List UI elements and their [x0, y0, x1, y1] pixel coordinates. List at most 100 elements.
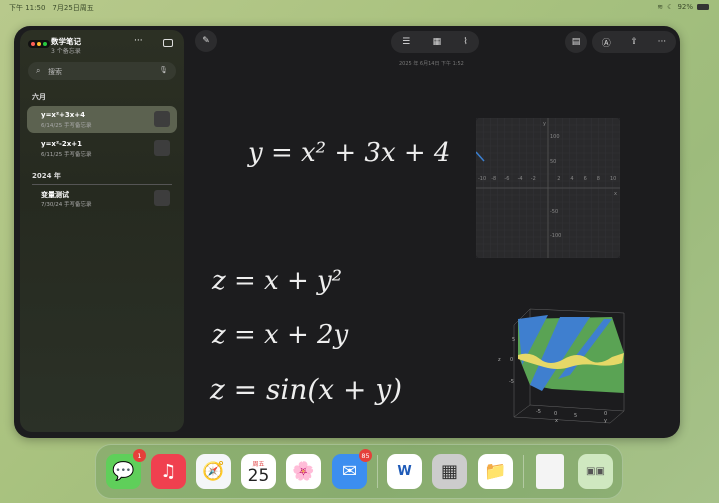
x-tick: 0 [554, 411, 558, 417]
badge: 85 [359, 449, 372, 462]
y-tick: -100 [550, 233, 562, 239]
x-axis-label: x [614, 191, 617, 197]
photos-icon: 🌸 [292, 461, 315, 482]
messages-icon: 💬 [112, 461, 135, 482]
note-title: y=x²-2x+1 [41, 140, 83, 148]
markup-icon[interactable]: Ⓐ [602, 36, 611, 49]
note-meta: 6/14/25 手写备忘录 [41, 123, 92, 129]
status-date: 7月25日周五 [52, 4, 94, 12]
status-right: ≋ ☾ 92% [657, 3, 709, 11]
y-tick: -50 [550, 209, 559, 215]
plot-3d[interactable]: 5 0 -5 z -5 0 5 x 0 y [498, 305, 634, 425]
sidebar: 数学笔记 3 个备忘录 ··· ⌕ 搜索 🎙 六月 y=x²+3x+4 6/14/25… [20, 30, 184, 432]
more-icon[interactable]: ··· [658, 37, 667, 47]
list-item[interactable]: y=x²+3x+4 6/14/25 手写备忘录 [27, 106, 177, 133]
wifi-icon: ≋ [657, 3, 664, 11]
graph-2d[interactable]: -10 -8 -6 -4 -2 2 4 6 8 10 100 50 -50 -100 y x [476, 118, 620, 258]
folder-icon: 📁 [484, 461, 507, 482]
folder-count: 3 个备忘录 [51, 48, 81, 55]
equation-2[interactable]: z = x + y² [212, 266, 342, 296]
note-meta: 7/30/24 手写备忘录 [41, 202, 92, 208]
section-2024: 2024 年 [32, 172, 61, 180]
z-tick: -5 [509, 379, 514, 385]
x-tick: -6 [504, 176, 510, 182]
x-tick: 6 [583, 176, 587, 182]
search-icon: ⌕ [36, 66, 41, 75]
z-tick: 5 [512, 337, 516, 343]
dock-app-library[interactable]: ▣▣ [578, 454, 613, 489]
dock-files[interactable]: 📁 [478, 454, 513, 489]
list-item[interactable]: y=x²-2x+1 6/11/25 手写备忘录 [27, 135, 177, 162]
dock-music[interactable]: ♫ [151, 454, 186, 489]
search-placeholder: 搜索 [48, 68, 62, 76]
z-tick: 0 [510, 357, 514, 363]
y-axis-label: y [604, 418, 607, 424]
note-thumbnail [154, 190, 170, 206]
note-meta: 6/11/25 手写备忘录 [41, 152, 92, 158]
y-tick: 50 [550, 159, 557, 165]
y-tick: 0 [604, 411, 608, 417]
x-tick: -4 [517, 176, 523, 182]
x-tick: -5 [536, 409, 541, 415]
table-icon[interactable]: ▦ [433, 37, 442, 47]
dock-word[interactable]: W [387, 454, 422, 489]
window-controls[interactable] [28, 40, 50, 48]
calculator-button[interactable]: ▤ [565, 31, 587, 53]
y-tick: 100 [550, 134, 560, 140]
compass-icon: 🧭 [202, 461, 225, 482]
dock-photos[interactable]: 🌸 [286, 454, 321, 489]
x-axis-label: x [555, 418, 558, 424]
x-tick: -10 [478, 176, 487, 182]
z-axis-label: z [498, 357, 501, 363]
dock-messages[interactable]: 💬 1 [106, 449, 146, 489]
dock-document[interactable] [536, 454, 564, 489]
toolbar-group: ☰ ▦ ⌇ [391, 31, 479, 53]
word-icon: W [397, 464, 412, 479]
checklist-icon[interactable]: ☰ [402, 37, 410, 47]
x-tick: -8 [491, 176, 497, 182]
x-tick: 4 [570, 176, 574, 182]
attachment-icon[interactable]: ⌇ [463, 37, 467, 47]
note-title: y=x²+3x+4 [41, 111, 85, 119]
mail-icon: ✉ [341, 461, 358, 482]
dock-calendar[interactable]: 周五 25 [241, 454, 276, 489]
dock-separator [377, 455, 378, 488]
x-tick: 5 [574, 413, 578, 419]
graph-curve [476, 151, 485, 162]
moon-icon: ☾ [667, 3, 674, 11]
x-tick: 2 [557, 176, 561, 182]
compose-button[interactable]: ✎ [195, 30, 217, 52]
x-tick: 8 [596, 176, 600, 182]
search-input[interactable]: ⌕ 搜索 🎙 [28, 62, 176, 80]
badge: 1 [133, 449, 146, 462]
section-june: 六月 [32, 93, 46, 101]
list-item[interactable]: 变量测试 7/30/24 手写备忘录 [27, 185, 177, 212]
battery-percent: 92% [677, 3, 693, 11]
share-icon[interactable]: ⇪ [630, 37, 638, 47]
more-icon[interactable]: ··· [134, 36, 143, 46]
equation-3[interactable]: z = x + 2y [212, 320, 348, 350]
notes-window: 数学笔记 3 个备忘录 ··· ⌕ 搜索 🎙 六月 y=x²+3x+4 6/14/25… [14, 26, 680, 438]
calculator-icon: ▤ [571, 37, 581, 47]
mic-icon[interactable]: 🎙 [159, 66, 168, 74]
calculator-icon: ▦ [440, 461, 458, 482]
dock-safari[interactable]: 🧭 [196, 454, 231, 489]
app-library-icon: ▣▣ [586, 466, 605, 477]
status-bar: 下午 11:50 7月25日周五 [9, 3, 101, 13]
plot-3d-surface [513, 308, 625, 424]
note-date: 2025 年 6月14日 下午 1:52 [399, 61, 464, 67]
equation-1[interactable]: y = x² + 3x + 4 [248, 138, 450, 168]
status-time: 下午 11:50 [9, 4, 46, 12]
sidebar-toggle-icon[interactable] [163, 39, 173, 47]
toolbar-right: Ⓐ ⇪ ··· [592, 31, 676, 53]
y-axis-label: y [543, 121, 546, 127]
note-thumbnail [154, 140, 170, 156]
x-tick: -2 [530, 176, 536, 182]
note-thumbnail [154, 111, 170, 127]
dock-separator [523, 455, 524, 488]
battery-icon [697, 4, 709, 10]
dock-calculator[interactable]: ▦ [432, 454, 467, 489]
calendar-date: 25 [247, 465, 270, 486]
dock-mail[interactable]: ✉ 85 [332, 449, 372, 489]
equation-4[interactable]: z = sin(x + y) [210, 373, 402, 406]
